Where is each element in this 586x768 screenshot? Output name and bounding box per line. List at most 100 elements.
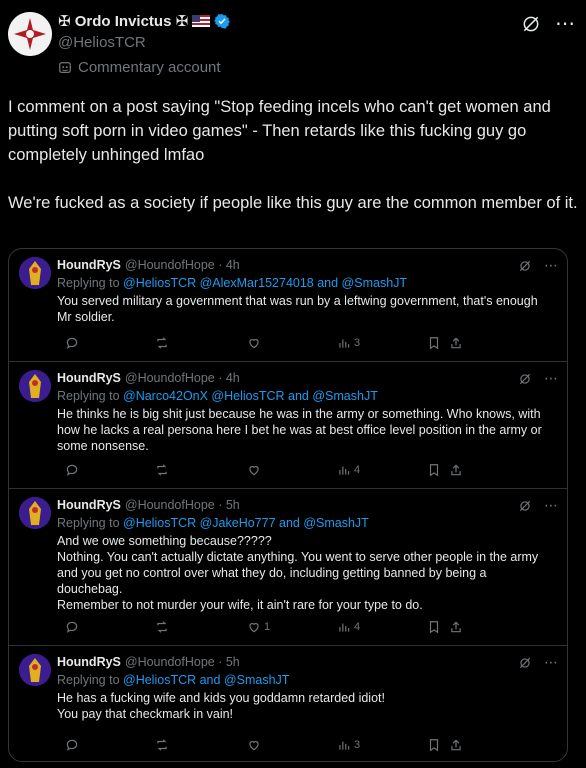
reply-avatar[interactable]: [19, 497, 51, 529]
repost-icon: [157, 337, 167, 349]
reply-action-bar: 3: [57, 737, 555, 753]
reply-author-name[interactable]: HoundRyS: [57, 257, 121, 273]
views-button[interactable]: 3: [337, 738, 360, 752]
share-button[interactable]: [449, 738, 463, 752]
replying-to-line: Replying to @HeliosTCR and @SmashJT: [57, 672, 555, 688]
share-icon: [451, 337, 461, 349]
views-icon: [339, 339, 350, 348]
reply-icon: [66, 621, 78, 633]
reply-avatar[interactable]: [19, 654, 51, 686]
author-handle[interactable]: @HeliosTCR: [58, 34, 230, 51]
reply-handle-time[interactable]: @HoundofHope · 4h: [125, 257, 240, 273]
share-icon: [451, 464, 461, 476]
reply-handle-time[interactable]: @HoundofHope · 5h: [125, 497, 240, 513]
reply-text: And we owe something because????? Nothin…: [57, 534, 539, 612]
reply-item[interactable]: HoundRyS @HoundofHope · 5h Replying to @…: [9, 489, 567, 646]
reply-button[interactable]: [65, 738, 79, 752]
more-icon[interactable]: ⋯: [555, 14, 576, 34]
reply-item[interactable]: HoundRyS @HoundofHope · 5h Replying to @…: [9, 646, 567, 761]
post-text-paragraph-2: We're fucked as a society if people like…: [8, 194, 578, 212]
bookmark-icon: [429, 464, 439, 477]
repost-button[interactable]: [155, 738, 169, 752]
grok-icon[interactable]: [521, 14, 541, 34]
bookmark-button[interactable]: [427, 738, 441, 752]
replying-prefix: Replying to: [57, 389, 124, 403]
reply-avatar[interactable]: [19, 257, 51, 289]
reply-author-name[interactable]: HoundRyS: [57, 654, 121, 670]
reply-mentions[interactable]: @HeliosTCR @JakeHo777 and @SmashJT: [123, 516, 369, 530]
more-icon[interactable]: ⋯: [544, 497, 559, 514]
views-count: 4: [354, 464, 361, 476]
reply-button[interactable]: [65, 336, 79, 350]
like-icon: [249, 623, 259, 633]
like-button[interactable]: [247, 336, 264, 350]
views-icon: [339, 741, 350, 750]
post-text: I comment on a post saying "Stop feeding…: [8, 95, 578, 239]
author-avatar[interactable]: [8, 12, 52, 56]
post-header: ✠ Ordo Invictus ✠ @HeliosTCR Commentary …: [8, 8, 578, 78]
repost-icon: [157, 739, 167, 751]
repost-icon: [157, 464, 167, 476]
replying-to-line: Replying to @Narco42OnX @HeliosTCR and @…: [57, 388, 555, 404]
bookmark-button[interactable]: [427, 620, 441, 634]
like-button[interactable]: [247, 463, 264, 477]
replying-prefix: Replying to: [57, 516, 124, 530]
more-icon[interactable]: ⋯: [544, 257, 559, 274]
more-icon[interactable]: ⋯: [544, 654, 559, 671]
replying-prefix: Replying to: [57, 276, 124, 290]
views-icon: [339, 466, 350, 475]
reply-author-name[interactable]: HoundRyS: [57, 370, 121, 386]
repost-button[interactable]: [155, 620, 169, 634]
reply-handle-time[interactable]: @HoundofHope · 4h: [125, 370, 240, 386]
grok-icon[interactable]: [518, 259, 532, 273]
views-button[interactable]: 4: [337, 620, 360, 634]
commentary-label-icon: [59, 61, 71, 73]
like-icon: [249, 339, 259, 349]
bookmark-button[interactable]: [427, 463, 441, 477]
grok-icon[interactable]: [518, 499, 532, 513]
repost-button[interactable]: [155, 336, 169, 350]
account-label: Commentary account: [58, 59, 230, 76]
reply-button[interactable]: [65, 463, 79, 477]
repost-button[interactable]: [155, 463, 169, 477]
reply-text: You served military a government that wa…: [57, 294, 538, 324]
share-button[interactable]: [449, 463, 463, 477]
like-button[interactable]: 1: [247, 620, 270, 634]
post-text-paragraph-1: I comment on a post saying "Stop feeding…: [8, 98, 551, 164]
like-icon: [249, 741, 259, 751]
verified-badge-icon: [214, 14, 231, 29]
views-button[interactable]: 4: [337, 463, 360, 477]
us-flag-icon: [192, 15, 211, 27]
embedded-replies-image[interactable]: HoundRyS @HoundofHope · 4h Replying to @…: [8, 248, 568, 762]
bookmark-icon: [429, 337, 439, 350]
reply-item[interactable]: HoundRyS @HoundofHope · 4h Replying to @…: [9, 249, 567, 362]
share-icon: [451, 739, 461, 751]
reply-icon: [66, 464, 78, 476]
reply-handle-time[interactable]: @HoundofHope · 5h: [125, 654, 240, 670]
like-button[interactable]: [247, 738, 264, 752]
reply-text: He thinks he is big shit just because he…: [57, 407, 542, 453]
reply-avatar[interactable]: [19, 370, 51, 402]
author-name[interactable]: ✠ Ordo Invictus ✠: [58, 12, 188, 30]
bookmark-icon: [429, 621, 439, 634]
bookmark-icon: [429, 739, 439, 752]
reply-mentions[interactable]: @HeliosTCR @AlexMar15274018 and @SmashJT: [123, 276, 407, 290]
account-label-text: Commentary account: [78, 59, 221, 76]
views-icon: [339, 623, 350, 632]
replying-to-line: Replying to @HeliosTCR @AlexMar15274018 …: [57, 275, 555, 291]
reply-button[interactable]: [65, 620, 79, 634]
views-button[interactable]: 3: [337, 336, 360, 350]
reply-mentions[interactable]: @HeliosTCR and @SmashJT: [123, 673, 289, 687]
reply-text: He has a fucking wife and kids you godda…: [57, 691, 385, 721]
reply-item[interactable]: HoundRyS @HoundofHope · 4h Replying to @…: [9, 362, 567, 489]
more-icon[interactable]: ⋯: [544, 370, 559, 387]
share-button[interactable]: [449, 336, 463, 350]
share-icon: [451, 621, 461, 633]
reply-author-name[interactable]: HoundRyS: [57, 497, 121, 513]
share-button[interactable]: [449, 620, 463, 634]
bookmark-button[interactable]: [427, 336, 441, 350]
reply-icon: [66, 739, 78, 751]
grok-icon[interactable]: [518, 372, 532, 386]
grok-icon[interactable]: [518, 656, 532, 670]
reply-mentions[interactable]: @Narco42OnX @HeliosTCR and @SmashJT: [123, 389, 378, 403]
